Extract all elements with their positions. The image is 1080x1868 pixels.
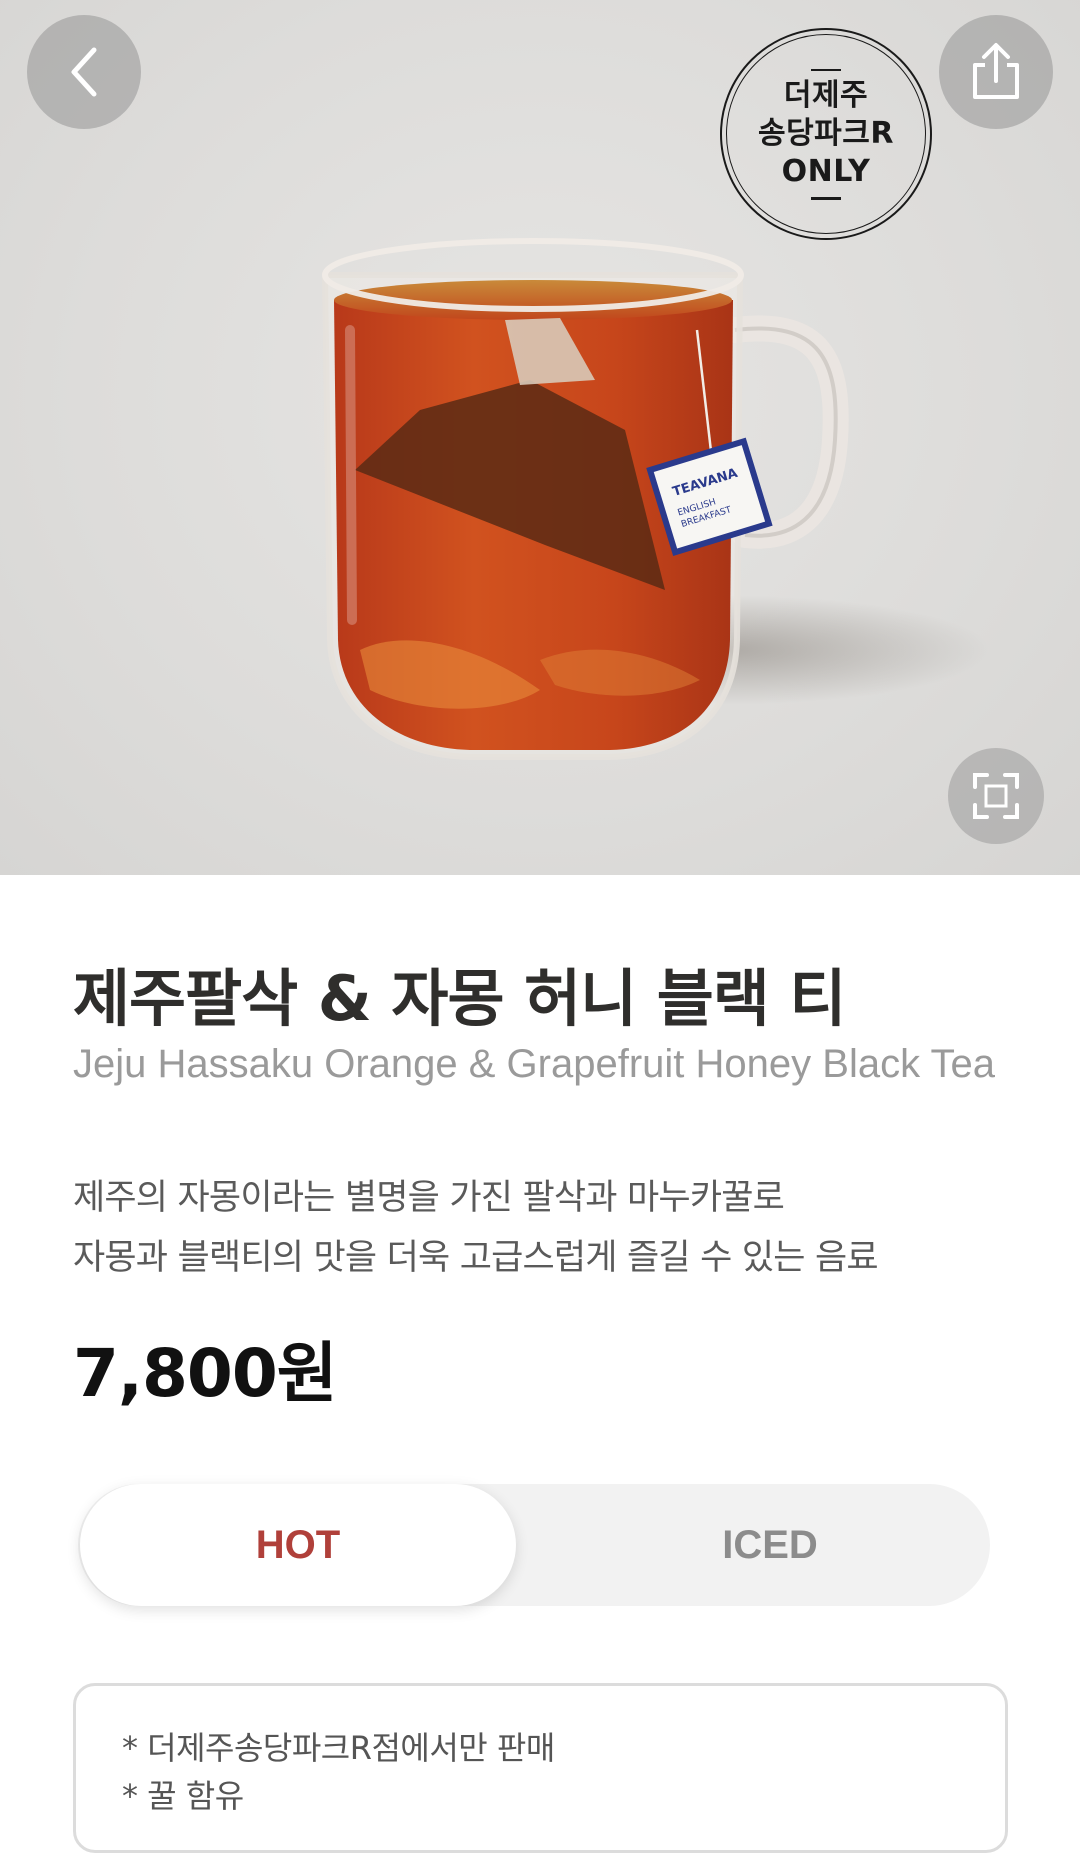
product-price: 7,800원: [73, 1335, 337, 1412]
product-image-area: TEAVANA ENGLISH BREAKFAST 더제주 송당파크R ONLY: [0, 0, 1080, 875]
product-title-korean: 제주팔삭 & 자몽 허니 블랙 티: [73, 962, 846, 1035]
chevron-left-icon: [71, 47, 97, 97]
description-line-2: 자몽과 블랙티의 맛을 더욱 고급스럽게 즐길 수 있는 음료: [73, 1238, 879, 1278]
description-line-1: 제주의 자몽이라는 별명을 가진 팔삭과 마누카꿀로: [73, 1178, 785, 1218]
store-exclusive-badge: 더제주 송당파크R ONLY: [720, 28, 932, 240]
expand-image-button[interactable]: [948, 748, 1044, 844]
hot-option-button[interactable]: HOT: [80, 1484, 516, 1606]
product-detail-page: TEAVANA ENGLISH BREAKFAST 더제주 송당파크R ONLY: [0, 0, 1080, 1868]
temperature-toggle: ICED HOT: [78, 1484, 990, 1606]
product-title-english: Jeju Hassaku Orange & Grapefruit Honey B…: [73, 1042, 995, 1086]
notice-store-only: * 더제주송당파크R점에서만 판매: [122, 1729, 555, 1767]
notice-contains-honey: * 꿀 함유: [122, 1777, 244, 1815]
badge-line-1: 더제주: [783, 78, 869, 113]
back-button[interactable]: [27, 15, 141, 129]
share-icon: [973, 43, 1019, 99]
product-notice-box: * 더제주송당파크R점에서만 판매 * 꿀 함유: [73, 1683, 1008, 1853]
share-button[interactable]: [939, 15, 1053, 129]
badge-line-3: ONLY: [781, 154, 871, 189]
iced-option-button[interactable]: ICED: [550, 1484, 990, 1606]
expand-icon: [973, 773, 1019, 819]
badge-line-2: 송당파크R: [757, 116, 894, 151]
product-description: 제주의 자몽이라는 별명을 가진 팔삭과 마누카꿀로 자몽과 블랙티의 맛을 더…: [73, 1168, 1033, 1288]
